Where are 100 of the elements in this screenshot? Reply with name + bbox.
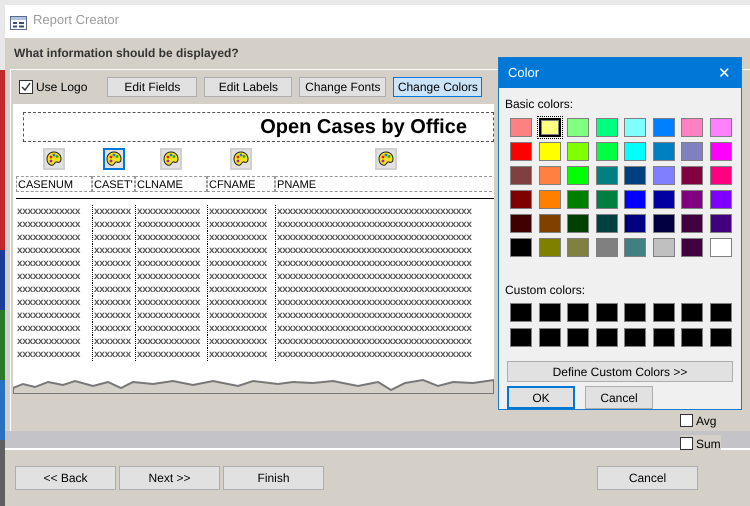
cancel-button[interactable]: Cancel: [597, 466, 698, 490]
filler-text: xxxxxxxxxxxx: [135, 204, 207, 218]
custom-color-swatch[interactable]: [510, 328, 532, 348]
color-swatch[interactable]: [681, 190, 703, 210]
palette-icon: [378, 150, 394, 167]
color-swatch[interactable]: [596, 166, 618, 186]
color-swatch[interactable]: [538, 166, 560, 186]
palette-button[interactable]: [102, 148, 124, 170]
color-swatch[interactable]: [624, 214, 646, 234]
color-swatch[interactable]: [681, 238, 703, 258]
filler-text: xxxxxxxxxxxx: [16, 218, 82, 231]
color-swatch[interactable]: [681, 118, 703, 138]
color-swatch[interactable]: [510, 214, 532, 234]
color-swatch[interactable]: [510, 238, 532, 258]
summary-checkbox[interactable]: Sum: [680, 434, 721, 453]
color-swatch[interactable]: [538, 214, 560, 234]
filler-text: xxxxxxx: [92, 296, 135, 309]
custom-color-swatch[interactable]: [652, 303, 674, 322]
custom-color-swatch[interactable]: [538, 328, 560, 348]
palette-icon: [106, 150, 122, 167]
custom-color-swatch[interactable]: [567, 303, 589, 322]
color-swatch[interactable]: [681, 214, 703, 234]
color-swatch[interactable]: [624, 238, 646, 258]
custom-color-swatch[interactable]: [510, 303, 532, 322]
color-swatch[interactable]: [652, 190, 674, 210]
color-swatch[interactable]: [652, 118, 674, 138]
custom-color-swatch[interactable]: [681, 328, 703, 348]
color-swatch[interactable]: [710, 238, 732, 258]
color-swatch[interactable]: [567, 238, 589, 258]
cancel-button[interactable]: Cancel: [585, 386, 653, 409]
color-swatch[interactable]: [596, 142, 618, 162]
filler-text: xxxxxxx: [92, 218, 135, 231]
color-swatch[interactable]: [596, 190, 618, 210]
color-swatch[interactable]: [710, 190, 732, 210]
custom-color-swatch[interactable]: [710, 303, 732, 322]
filler-text: xxxxxxxxxxxx: [16, 334, 82, 348]
color-swatch[interactable]: [710, 166, 732, 186]
custom-color-swatch[interactable]: [710, 328, 732, 348]
color-swatch[interactable]: [624, 190, 646, 210]
color-swatch[interactable]: [567, 214, 589, 234]
define-custom-colors-button[interactable]: Define Custom Colors >>: [507, 361, 733, 382]
color-swatch[interactable]: [710, 214, 732, 234]
color-swatch[interactable]: [652, 166, 674, 186]
custom-color-swatch[interactable]: [624, 303, 646, 322]
color-swatch[interactable]: [596, 214, 618, 234]
custom-color-swatch[interactable]: [596, 303, 618, 322]
custom-color-swatch[interactable]: [624, 328, 646, 348]
color-swatch[interactable]: [567, 142, 589, 162]
custom-color-swatch[interactable]: [681, 303, 703, 322]
filler-text: xxxxxxxxxxxx: [135, 218, 207, 231]
color-swatch[interactable]: [624, 142, 646, 162]
color-swatch[interactable]: [652, 214, 674, 234]
toolbar-button[interactable]: Edit Fields: [107, 76, 198, 97]
filler-text: xxxxxxxxxxxx: [16, 244, 82, 257]
toolbar-button[interactable]: Change Fonts: [299, 76, 386, 97]
color-swatch[interactable]: [652, 238, 674, 258]
color-swatch[interactable]: [710, 118, 732, 138]
close-button[interactable]: ✕: [718, 66, 731, 81]
filler-text: xxxxxxxxxxxx: [135, 256, 207, 270]
color-swatch[interactable]: [710, 142, 732, 162]
color-swatch[interactable]: [510, 118, 532, 138]
color-swatch[interactable]: [624, 118, 646, 138]
filler-text: xxxxxxxxxxxxxxxxxxxxxxxxxxxxxxxxxxxxx: [275, 308, 494, 322]
color-swatch[interactable]: [681, 142, 703, 162]
color-swatch[interactable]: [510, 166, 532, 186]
filler-text: xxxxxxxxxxxxxxxxxxxxxxxxxxxxxxxxxxxxx: [275, 282, 494, 296]
color-swatch[interactable]: [652, 142, 674, 162]
color-swatch[interactable]: [624, 166, 646, 186]
use-logo-checkbox[interactable]: Use Logo: [19, 78, 88, 96]
ok-button[interactable]: OK: [507, 386, 575, 409]
custom-color-swatch[interactable]: [596, 328, 618, 348]
nav-button[interactable]: Finish: [223, 466, 324, 490]
color-swatch[interactable]: [567, 118, 589, 138]
color-swatch[interactable]: [538, 190, 560, 210]
filler-text: xxxxxxxxxxxx: [135, 230, 207, 244]
filler-text: xxxxxxxxxxx: [207, 204, 275, 218]
palette-icon: [163, 150, 179, 167]
palette-icon: [46, 150, 62, 167]
basic-colors-label: Basic colors:: [505, 96, 574, 114]
nav-button[interactable]: << Back: [15, 466, 116, 490]
toolbar-button[interactable]: Edit Labels: [204, 76, 292, 97]
color-swatch[interactable]: [538, 118, 560, 138]
nav-button[interactable]: Next >>: [119, 466, 220, 490]
color-swatch[interactable]: [538, 238, 560, 258]
color-swatch[interactable]: [567, 166, 589, 186]
custom-color-swatch[interactable]: [538, 303, 560, 322]
color-swatch[interactable]: [681, 166, 703, 186]
color-swatch[interactable]: [596, 118, 618, 138]
toolbar-button[interactable]: Change Colors: [393, 76, 482, 97]
custom-color-swatch[interactable]: [652, 328, 674, 348]
color-swatch[interactable]: [596, 238, 618, 258]
filler-text: xxxxxxxxxxxx: [135, 244, 207, 257]
filler-text: xxxxxxxxxxxx: [16, 270, 82, 283]
color-swatch[interactable]: [538, 142, 560, 162]
dialog-title: Color: [508, 64, 540, 82]
custom-color-swatch[interactable]: [567, 328, 589, 348]
color-swatch[interactable]: [510, 190, 532, 210]
color-swatch[interactable]: [567, 190, 589, 210]
color-swatch[interactable]: [510, 142, 532, 162]
filler-text: xxxxxxxxxxxx: [135, 296, 207, 309]
